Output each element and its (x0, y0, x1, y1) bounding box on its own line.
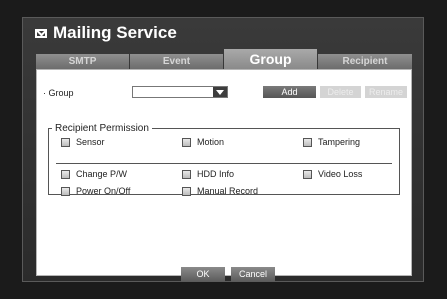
add-group-button[interactable]: Add (263, 86, 316, 98)
checkbox-label: HDD Info (197, 169, 235, 179)
delete-group-button[interactable]: Delete (320, 86, 361, 98)
motion-checkbox[interactable]: Motion (182, 137, 224, 147)
tab-smtp[interactable]: SMTP (36, 54, 129, 69)
dialog-title-bar: Mailing Service (35, 22, 177, 44)
checkbox-label: Manual Record (197, 186, 259, 196)
checkbox-box[interactable] (182, 169, 191, 179)
group-dropdown[interactable] (132, 86, 228, 98)
group-settings-panel: · Group Add Delete Rename Recipient Perm… (36, 69, 412, 276)
tab-recipient[interactable]: Recipient (318, 54, 412, 69)
tab-group[interactable]: Group (224, 49, 317, 69)
tab-bar: SMTP Event Group Recipient (36, 49, 412, 69)
tab-event[interactable]: Event (130, 54, 223, 69)
sensor-checkbox[interactable]: Sensor (61, 137, 105, 147)
checkbox-box[interactable] (182, 186, 191, 196)
group-row: · Group Add Delete Rename (43, 86, 407, 100)
checkbox-label: Motion (197, 137, 225, 147)
manual-record-checkbox[interactable]: Manual Record (182, 186, 258, 196)
mail-icon (35, 28, 47, 38)
checkbox-label: Power On/Off (76, 186, 131, 196)
chevron-down-icon[interactable] (213, 87, 227, 97)
checkbox-label: Video Loss (318, 169, 363, 179)
checkbox-label: Tampering (318, 137, 361, 147)
checkbox-box[interactable] (61, 169, 70, 179)
power-onoff-checkbox[interactable]: Power On/Off (61, 186, 130, 196)
checkbox-box[interactable] (61, 137, 70, 147)
recipient-permission-legend: Recipient Permission (55, 123, 149, 134)
checkbox-box[interactable] (182, 137, 191, 147)
checkbox-label: Change P/W (76, 169, 128, 179)
rename-group-button[interactable]: Rename (365, 86, 407, 98)
group-label: · Group (43, 88, 74, 98)
checkbox-box[interactable] (303, 137, 312, 147)
tampering-checkbox[interactable]: Tampering (303, 137, 360, 147)
permission-divider (56, 163, 392, 164)
checkbox-box[interactable] (61, 186, 70, 196)
cancel-button[interactable]: Cancel (231, 267, 275, 282)
video-loss-checkbox[interactable]: Video Loss (303, 169, 362, 179)
dialog-title: Mailing Service (53, 23, 177, 42)
mailing-service-dialog: Mailing Service SMTP Event Group Recipie… (22, 17, 424, 282)
checkbox-label: Sensor (76, 137, 105, 147)
checkbox-box[interactable] (303, 169, 312, 179)
change-pw-checkbox[interactable]: Change P/W (61, 169, 127, 179)
recipient-permission-group: Recipient Permission Sensor Motion Tampe… (48, 123, 400, 196)
hdd-info-checkbox[interactable]: HDD Info (182, 169, 234, 179)
ok-button[interactable]: OK (181, 267, 225, 282)
